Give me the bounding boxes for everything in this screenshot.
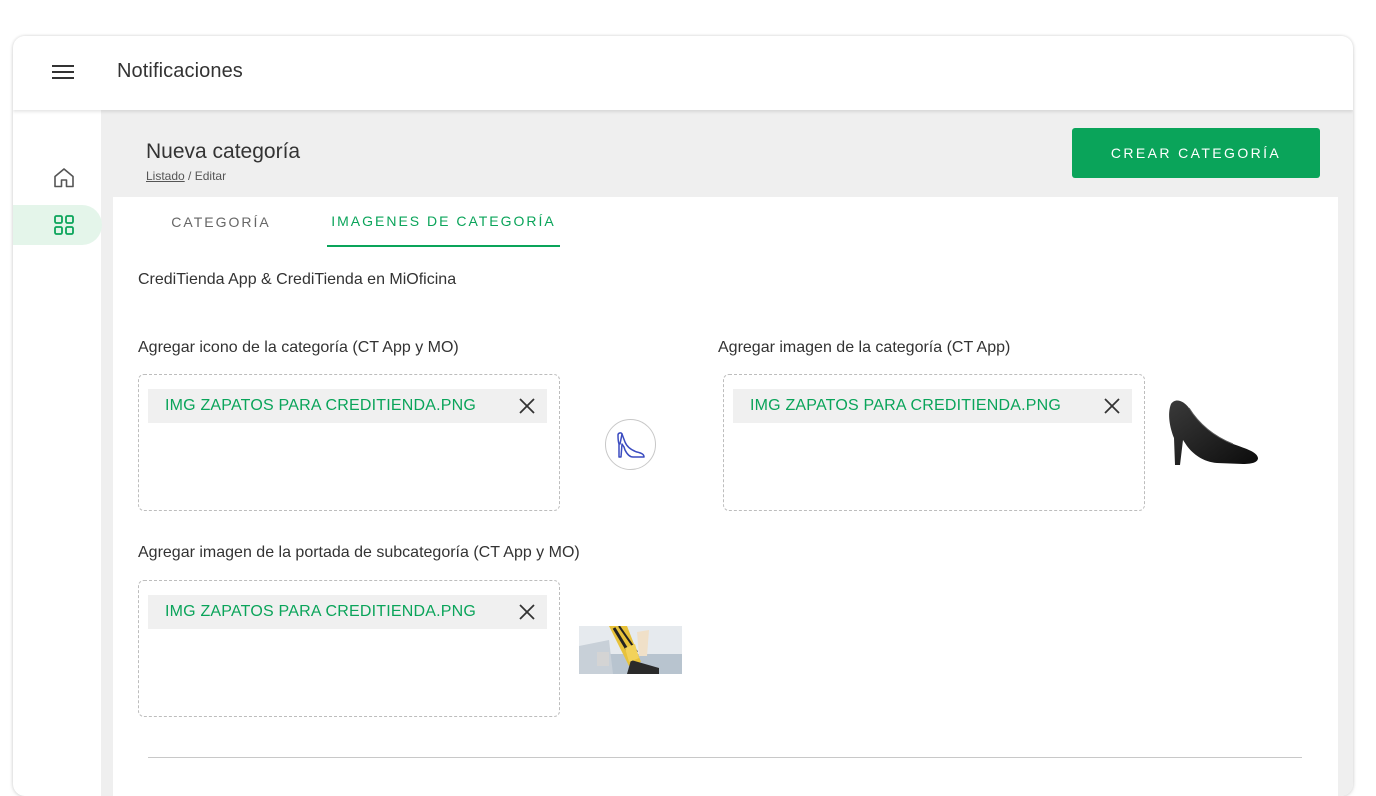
image-dropzone[interactable]: IMG ZAPATOS PARA CREDITIENDA.PNG [723,374,1145,511]
close-icon[interactable] [1102,396,1122,416]
icon-preview [605,419,656,470]
high-heel-shoe-icon [616,431,645,458]
app-window: Notificaciones Nueva categoría Listado /… [13,36,1353,796]
home-icon [53,168,74,188]
breadcrumb-separator: / [184,169,195,183]
close-icon[interactable] [517,602,537,622]
grid-icon [54,215,74,235]
app-title: Notificaciones [117,60,243,82]
sidebar-item-categories[interactable] [13,205,102,245]
image-file-name: IMG ZAPATOS PARA CREDITIENDA.PNG [750,397,1062,414]
image-file-chip: IMG ZAPATOS PARA CREDITIENDA.PNG [733,389,1132,423]
tab-categoria[interactable]: CATEGORÍA [153,197,289,247]
section-title: CrediTienda App & CrediTienda en MiOfici… [138,271,457,288]
top-bar: Notificaciones [13,36,1353,110]
icon-file-chip: IMG ZAPATOS PARA CREDITIENDA.PNG [148,389,547,423]
tab-imagenes-categoria[interactable]: IMAGENES DE CATEGORÍA [327,197,560,247]
create-category-button[interactable]: CREAR CATEGORÍA [1072,128,1320,178]
cover-dropzone[interactable]: IMG ZAPATOS PARA CREDITIENDA.PNG [138,580,560,717]
icon-upload-label: Agregar icono de la categoría (CT App y … [138,339,459,356]
main-area: Nueva categoría Listado / Editar CREAR C… [101,110,1353,796]
breadcrumb-current: Editar [194,169,227,183]
icon-file-name: IMG ZAPATOS PARA CREDITIENDA.PNG [165,397,477,414]
content-card: CATEGORÍA IMAGENES DE CATEGORÍA CrediTie… [113,197,1338,796]
image-upload-label: Agregar imagen de la categoría (CT App) [718,339,1011,356]
sidebar-item-home[interactable] [26,158,101,198]
divider [148,757,1302,758]
breadcrumb: Listado / Editar [146,169,226,183]
cover-file-name: IMG ZAPATOS PARA CREDITIENDA.PNG [165,603,477,620]
page-title: Nueva categoría [146,140,301,163]
close-icon[interactable] [517,396,537,416]
hamburger-menu-icon[interactable] [49,60,77,84]
breadcrumb-link-listado[interactable]: Listado [146,169,185,183]
sidebar [13,110,102,796]
cover-file-chip: IMG ZAPATOS PARA CREDITIENDA.PNG [148,595,547,629]
cover-upload-label: Agregar imagen de la portada de subcateg… [138,544,580,561]
icon-dropzone[interactable]: IMG ZAPATOS PARA CREDITIENDA.PNG [138,374,560,511]
shoe-image-preview [1169,400,1258,465]
cover-image-preview [579,626,682,674]
